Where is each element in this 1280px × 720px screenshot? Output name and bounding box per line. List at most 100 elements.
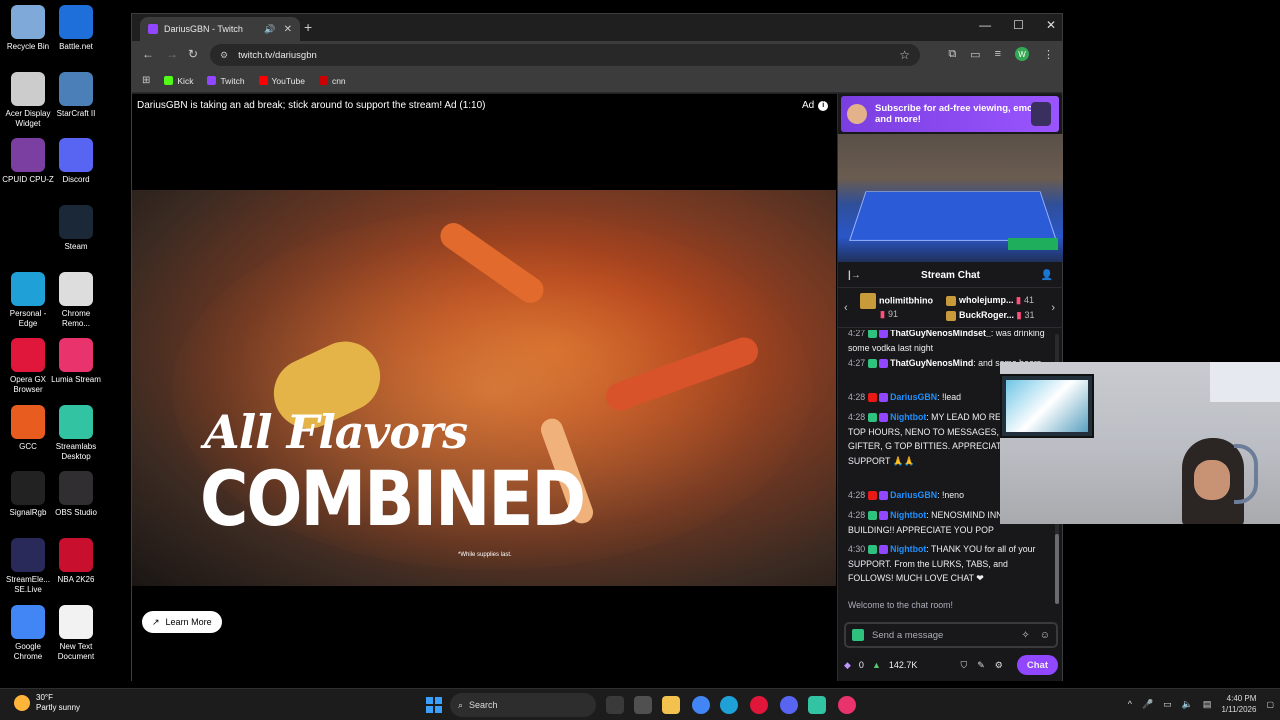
chevron-left-icon[interactable]: ‹ xyxy=(844,302,848,314)
ad-video[interactable]: All Flavors COMBINED *While supplies las… xyxy=(132,190,836,586)
info-icon[interactable]: i xyxy=(818,100,829,111)
chat-badge-icon xyxy=(879,491,889,501)
maximize-icon[interactable]: ☐ xyxy=(1013,18,1024,32)
forward-icon[interactable]: → xyxy=(166,47,178,61)
volume-icon[interactable]: 🔈 xyxy=(1182,699,1193,710)
edge-icon[interactable] xyxy=(720,696,738,714)
windows-start-icon[interactable] xyxy=(426,697,442,713)
task-view-icon[interactable] xyxy=(606,696,624,714)
message-time: 4:28 xyxy=(848,412,866,422)
gear-icon[interactable]: ⚙ xyxy=(995,660,1003,671)
desktop-icon[interactable]: New Text Document xyxy=(48,605,104,662)
desktop-icon[interactable]: NBA 2K26 xyxy=(48,538,104,585)
message-username[interactable]: DariusGBN xyxy=(890,392,937,402)
site-info-icon[interactable]: ⚙ xyxy=(220,50,228,61)
chat-send-button[interactable]: Chat xyxy=(1016,655,1058,675)
desktop-icon[interactable]: Steam xyxy=(48,205,104,252)
tab-search-icon[interactable]: ≡ xyxy=(995,48,1001,60)
chat-badge-icon xyxy=(868,491,878,501)
notification-icon[interactable]: ▢ xyxy=(1266,700,1274,709)
desktop-icon[interactable]: Chrome Remo... xyxy=(48,272,104,329)
streamlabs-icon[interactable] xyxy=(808,696,826,714)
channel-points-icon[interactable]: ▲ xyxy=(872,660,881,670)
leaderboard-entry[interactable]: nolimitbhino ▮ 91 xyxy=(860,293,933,320)
chat-message: 4:27 ThatGuyNenosMindset_: was drinking s… xyxy=(848,330,1045,353)
message-text: !neno xyxy=(941,490,964,500)
twitch-favicon-icon xyxy=(148,24,158,34)
message-username[interactable]: Nightbot xyxy=(890,412,926,422)
message-username[interactable]: Nightbot xyxy=(890,510,926,520)
desktop-icon[interactable]: Battle.net xyxy=(48,5,104,52)
mini-player[interactable] xyxy=(838,134,1063,262)
microphone-icon[interactable]: 🎤 xyxy=(1142,699,1153,710)
close-window-icon[interactable]: ✕ xyxy=(1046,18,1056,32)
chat-scroll-thumb[interactable] xyxy=(1055,534,1059,604)
chat-badge-icon xyxy=(879,511,889,521)
address-bar[interactable]: ⚙ twitch.tv/dariusgbn ☆ xyxy=(210,44,920,66)
pen-icon[interactable]: ✎ xyxy=(977,660,985,671)
bits-icon[interactable]: ✧ xyxy=(1021,630,1029,641)
widgets-icon[interactable] xyxy=(634,696,652,714)
message-time: 4:28 xyxy=(848,392,866,402)
tab-twitch[interactable]: DariusGBN - Twitch 🔊 ✕ xyxy=(140,17,300,41)
message-username[interactable]: ThatGuyNenosMindset_ xyxy=(890,330,991,338)
leaderboard-entry[interactable]: BuckRoger... ▮ 31 xyxy=(946,310,1035,321)
app-icon xyxy=(11,405,45,439)
bookmark-youtube[interactable]: YouTube xyxy=(258,76,305,86)
minimize-icon[interactable]: — xyxy=(979,18,991,32)
emote-icon xyxy=(1031,102,1051,126)
lumia-icon[interactable] xyxy=(838,696,856,714)
chat-input-placeholder: Send a message xyxy=(872,629,944,641)
profile-avatar[interactable]: W xyxy=(1015,47,1029,61)
bookmark-twitch[interactable]: Twitch xyxy=(207,76,245,86)
message-username[interactable]: Nightbot xyxy=(890,544,926,554)
discord-icon[interactable] xyxy=(780,696,798,714)
apps-icon[interactable]: ⊞ xyxy=(142,75,150,86)
back-icon[interactable]: ← xyxy=(142,47,154,61)
clock[interactable]: 4:40 PM 1/11/2026 xyxy=(1221,693,1256,715)
new-tab-button[interactable]: + xyxy=(304,19,312,35)
extensions-icon[interactable]: ⧉ xyxy=(948,48,956,61)
speaker-icon[interactable]: 🔊 xyxy=(264,24,275,35)
emote-picker-icon[interactable]: ☺ xyxy=(1040,630,1050,641)
close-tab-icon[interactable]: ✕ xyxy=(284,24,292,35)
message-username[interactable]: ThatGuyNenosMind xyxy=(890,358,973,368)
subscribe-banner[interactable]: Subscribe for ad-free viewing, emotes, a… xyxy=(841,96,1059,132)
desktop-icon[interactable]: Streamlabs Desktop xyxy=(48,405,104,462)
bookmark-kick[interactable]: Kick xyxy=(164,76,193,86)
bits-points-icon[interactable]: ◆ xyxy=(844,660,851,671)
app-icon xyxy=(11,138,45,172)
webcam-overlay xyxy=(1000,362,1280,524)
file-explorer-icon[interactable] xyxy=(662,696,680,714)
shield-icon[interactable]: ⛉ xyxy=(960,660,967,671)
chevron-right-icon[interactable]: › xyxy=(1051,302,1055,314)
chat-message: 4:30 Nightbot: THANK YOU for all of your … xyxy=(848,544,1036,583)
community-icon[interactable]: 👤 xyxy=(1041,270,1053,281)
desktop-icon[interactable]: OBS Studio xyxy=(48,471,104,518)
taskbar-search[interactable]: ⌕ Search xyxy=(450,693,596,717)
message-username[interactable]: DariusGBN xyxy=(890,490,937,500)
menu-icon[interactable]: ⋮ xyxy=(1043,48,1054,61)
chrome-icon[interactable] xyxy=(692,696,710,714)
reload-icon[interactable]: ↻ xyxy=(188,47,198,61)
message-time: 4:27 xyxy=(848,358,866,368)
bookmark-cnn[interactable]: cnn xyxy=(318,76,346,86)
cast-icon[interactable]: ▭ xyxy=(970,48,980,61)
collapse-chat-icon[interactable]: |→ xyxy=(848,270,861,281)
desktop-icon[interactable]: StarCraft II xyxy=(48,72,104,119)
desktop-icon[interactable]: Discord xyxy=(48,138,104,185)
weather-widget[interactable]: 30°F Partly sunny xyxy=(14,693,80,713)
ad-fineprint: *While supplies last. xyxy=(458,552,512,558)
desktop-icon[interactable]: Lumia Stream xyxy=(48,338,104,385)
message-text: !lead xyxy=(941,392,962,402)
chat-input[interactable]: Send a message ✧ ☺ xyxy=(844,622,1058,648)
bookmark-star-icon[interactable]: ☆ xyxy=(899,48,910,62)
chevron-up-icon[interactable]: ^ xyxy=(1128,699,1132,709)
leaderboard-entry[interactable]: wholejump... ▮ 41 xyxy=(946,295,1034,306)
sun-icon xyxy=(14,695,30,711)
network-icon[interactable]: ▤ xyxy=(1203,699,1212,710)
opera-gx-icon[interactable] xyxy=(750,696,768,714)
display-icon[interactable]: ▭ xyxy=(1163,699,1172,710)
learn-more-button[interactable]: ↗ Learn More xyxy=(142,611,222,633)
streamer-face-image xyxy=(1194,460,1230,500)
